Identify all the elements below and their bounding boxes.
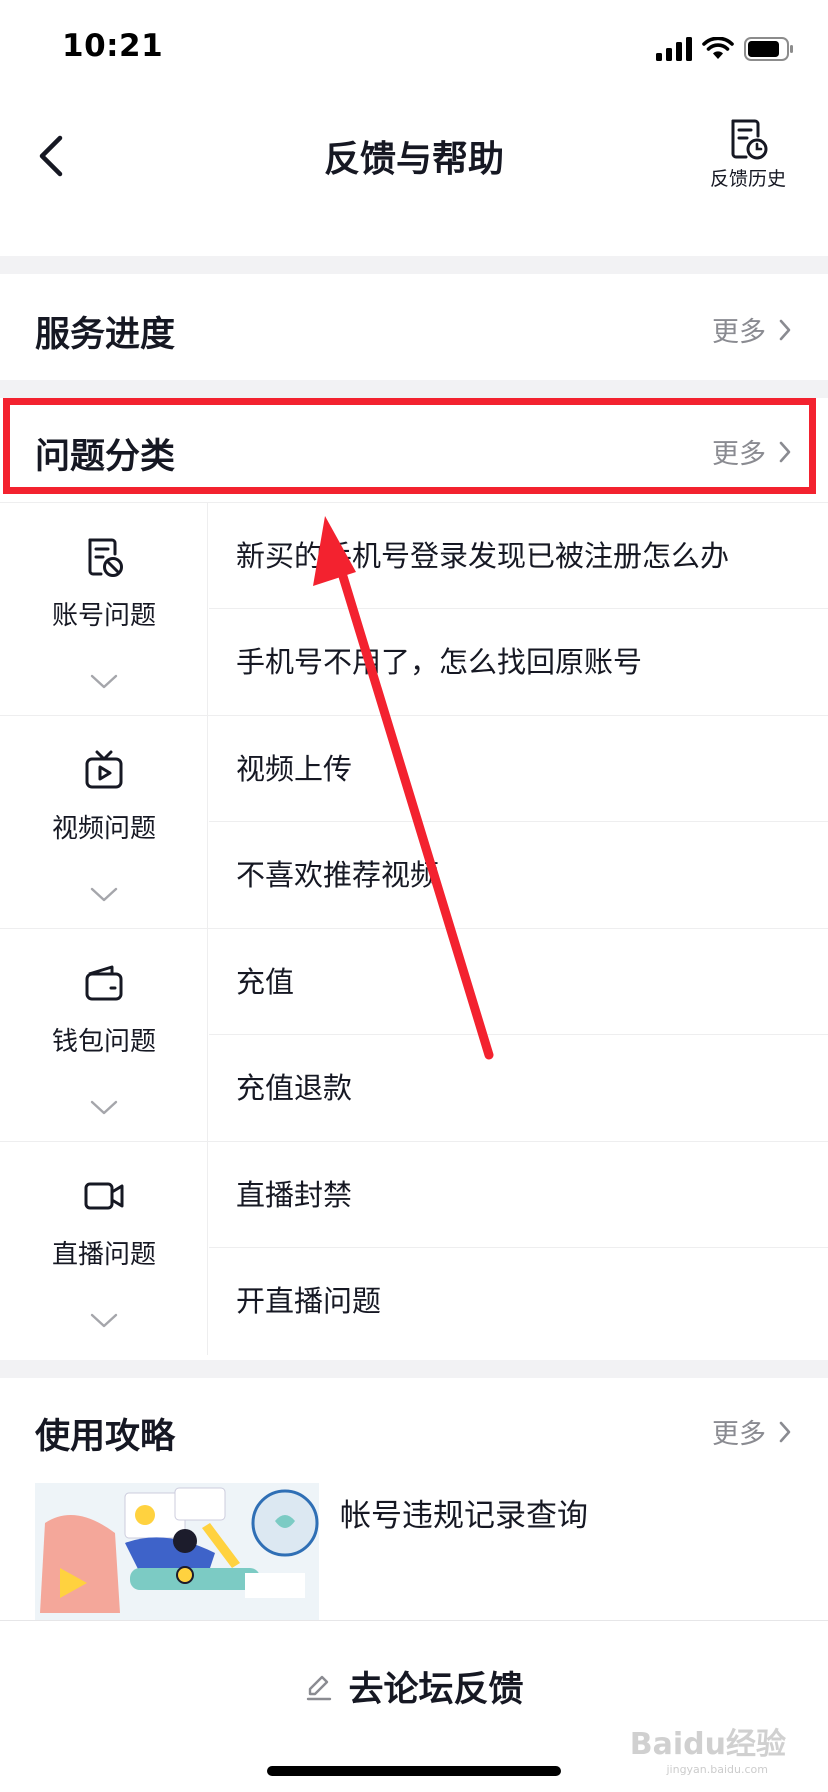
more-label: 更多	[712, 439, 766, 470]
watermark-sub: jingyan.baidu.com	[666, 1763, 768, 1776]
category-item[interactable]: 直播封禁	[209, 1142, 828, 1248]
status-time: 10:21	[62, 28, 164, 64]
section-divider	[0, 256, 828, 274]
category-video: 视频问题 视频上传 不喜欢推荐视频	[0, 715, 828, 929]
more-label: 更多	[712, 1419, 766, 1450]
status-icons	[656, 36, 794, 62]
section-divider	[0, 380, 828, 398]
chevron-down-icon[interactable]	[90, 886, 118, 904]
category-label: 账号问题	[51, 601, 156, 631]
nav-bar: 反馈与帮助 反馈历史	[0, 100, 828, 256]
battery-icon	[744, 37, 793, 61]
category-tab-live[interactable]: 直播问题	[0, 1142, 208, 1355]
chevron-right-icon	[779, 1421, 791, 1442]
wallet-icon	[85, 965, 123, 1001]
category-item[interactable]: 不喜欢推荐视频	[209, 822, 828, 928]
tv-play-icon	[85, 750, 123, 789]
category-item[interactable]: 开直播问题	[209, 1248, 828, 1354]
category-tab-account[interactable]: 账号问题	[0, 503, 208, 716]
video-camera-icon	[84, 1182, 124, 1210]
watermark: Baidu经验	[629, 1727, 786, 1762]
chevron-right-icon	[779, 441, 791, 462]
bottom-bar: 去论坛反馈 Baidu经验 jingyan.baidu.com	[0, 1620, 828, 1792]
problem-categories-more[interactable]: 更多	[712, 432, 792, 471]
feedback-history-label: 反馈历史	[709, 168, 786, 190]
guide-article-thumbnail[interactable]	[35, 1483, 319, 1623]
category-item[interactable]: 新买的手机号登录发现已被注册怎么办	[209, 503, 828, 609]
account-doc-icon	[88, 538, 123, 577]
chevron-down-icon[interactable]	[90, 1099, 118, 1117]
section-divider	[0, 1360, 828, 1378]
category-tab-wallet[interactable]: 钱包问题	[0, 929, 208, 1142]
feedback-history-button[interactable]: 反馈历史	[698, 118, 798, 202]
guide-article-title[interactable]: 帐号违规记录查询	[340, 1490, 588, 1535]
category-item[interactable]: 视频上传	[209, 716, 828, 822]
chevron-down-icon[interactable]	[90, 1312, 118, 1330]
cellular-signal-icon	[656, 37, 692, 61]
home-indicator[interactable]	[267, 1766, 561, 1776]
forum-feedback-button[interactable]: 去论坛反馈	[0, 1661, 828, 1712]
guide-title: 使用攻略	[35, 1417, 176, 1457]
category-label: 视频问题	[51, 814, 156, 844]
problem-categories-row[interactable]: 问题分类 更多	[0, 398, 828, 502]
category-label: 钱包问题	[51, 1027, 156, 1057]
category-live: 直播问题 直播封禁 开直播问题	[0, 1141, 828, 1355]
forum-feedback-label: 去论坛反馈	[348, 1670, 524, 1710]
category-wallet: 钱包问题 充值 充值退款	[0, 928, 828, 1142]
service-progress-row[interactable]: 服务进度 更多	[0, 274, 828, 380]
category-tab-video[interactable]: 视频问题	[0, 716, 208, 929]
category-item[interactable]: 充值退款	[209, 1035, 828, 1141]
chevron-right-icon	[779, 319, 791, 340]
chevron-down-icon[interactable]	[90, 673, 118, 691]
category-label: 直播问题	[51, 1240, 156, 1270]
service-progress-title: 服务进度	[35, 315, 176, 355]
status-bar: 10:21	[0, 0, 828, 100]
document-clock-icon	[731, 119, 768, 160]
problem-categories-title: 问题分类	[35, 437, 176, 477]
wifi-icon	[702, 37, 734, 59]
illustration-image	[35, 1483, 319, 1623]
more-label: 更多	[712, 317, 766, 348]
category-item[interactable]: 手机号不用了，怎么找回原账号	[209, 609, 828, 715]
service-progress-more[interactable]: 更多	[712, 310, 792, 349]
category-account: 账号问题 新买的手机号登录发现已被注册怎么办 手机号不用了，怎么找回原账号	[0, 502, 828, 716]
guide-more[interactable]: 更多	[712, 1412, 792, 1451]
guide-row[interactable]: 使用攻略 更多	[0, 1378, 828, 1478]
pencil-icon	[307, 1675, 332, 1700]
category-item[interactable]: 充值	[209, 929, 828, 1035]
